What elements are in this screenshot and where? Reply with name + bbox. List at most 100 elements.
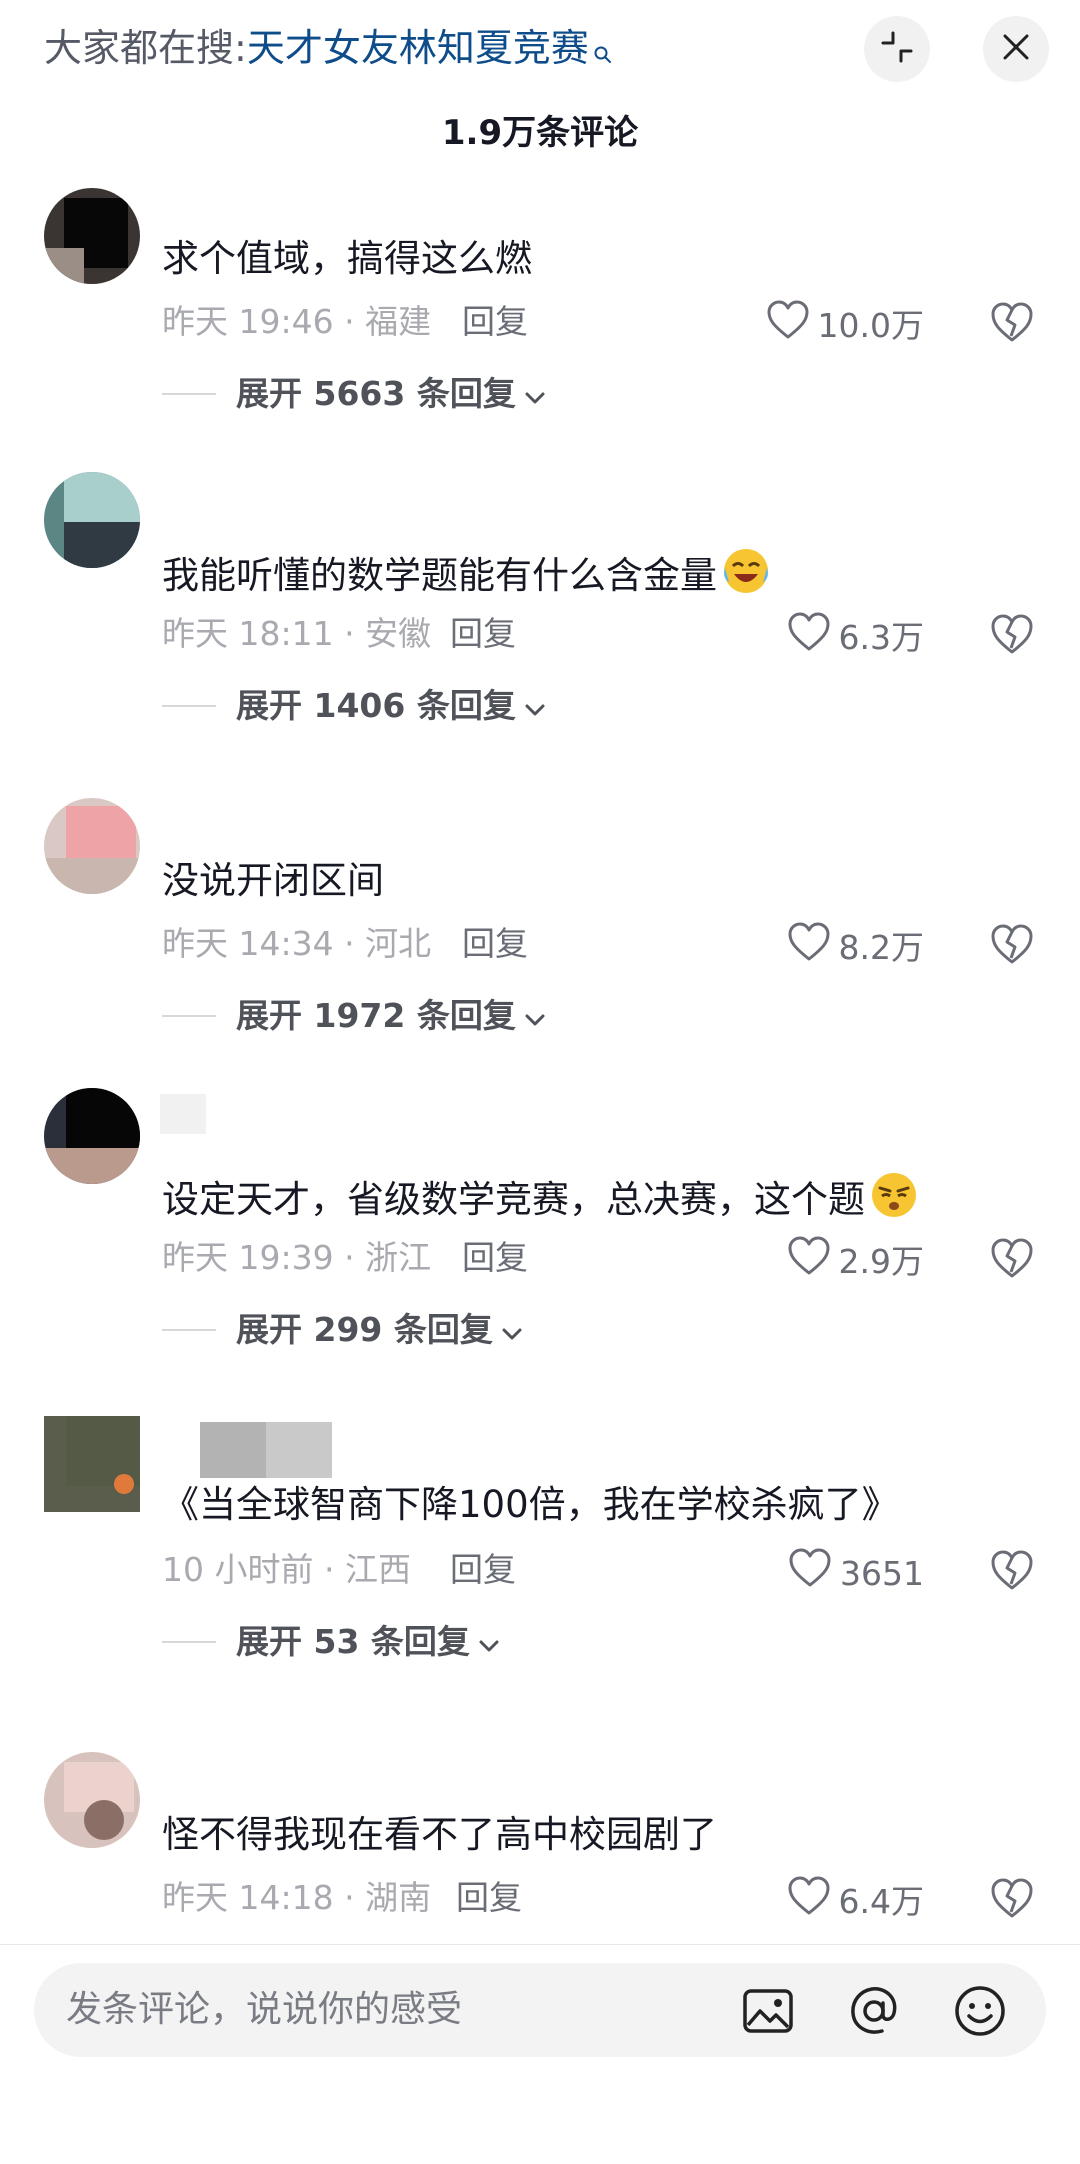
reply-button[interactable]: 回复 xyxy=(456,1876,522,1920)
comment-location: 河北 xyxy=(365,924,432,963)
avatar[interactable] xyxy=(44,1416,140,1512)
heart-icon xyxy=(766,300,810,351)
broken-heart-icon[interactable] xyxy=(990,1236,1034,1280)
comment-meta: 10 小时前 · 江西 xyxy=(162,1550,411,1589)
chevron-down-icon xyxy=(478,1620,500,1664)
comment-item: 求个值域，搞得这么燃 昨天 19:46 · 福建 回复 10.0万 展开 566… xyxy=(0,188,1080,488)
divider-line xyxy=(162,393,216,395)
expand-replies-button[interactable]: 展开 53 条回复 xyxy=(162,1620,500,1664)
comment-item: 《当全球智商下降100倍，我在学校杀疯了》 10 小时前 · 江西 回复 365… xyxy=(0,1416,1080,1716)
laughing-crying-emoji xyxy=(721,546,771,596)
comment-time: 昨天 19:39 xyxy=(162,1238,334,1277)
reply-button[interactable]: 回复 xyxy=(450,612,516,656)
avatar[interactable] xyxy=(44,188,140,284)
comment-meta: 昨天 14:18 · 湖南 xyxy=(162,1878,432,1917)
expand-replies-button[interactable]: 展开 299 条回复 xyxy=(162,1308,523,1352)
comment-location: 福建 xyxy=(365,302,432,341)
like-button[interactable]: 8.2万 xyxy=(787,922,924,973)
reply-button[interactable]: 回复 xyxy=(462,300,528,344)
heart-icon xyxy=(787,612,831,663)
avatar[interactable] xyxy=(44,798,140,894)
comment-location: 江西 xyxy=(344,1550,411,1589)
broken-heart-icon[interactable] xyxy=(990,612,1034,656)
expand-replies-button[interactable]: 展开 1972 条回复 xyxy=(162,994,546,1038)
chevron-down-icon xyxy=(501,1308,523,1352)
expand-label: 展开 53 条回复 xyxy=(236,1622,470,1661)
divider-line xyxy=(162,1329,216,1331)
comment-text: 求个值域，搞得这么燃 xyxy=(162,237,532,280)
comment-item: 怪不得我现在看不了高中校园剧了 昨天 14:18 · 湖南 回复 6.4万 xyxy=(0,1752,1080,1942)
comment-time: 10 小时前 xyxy=(162,1550,314,1589)
collapse-arrows-icon xyxy=(879,29,915,69)
reply-button[interactable]: 回复 xyxy=(450,1548,516,1592)
comment-time: 昨天 19:46 xyxy=(162,302,334,341)
like-count: 6.3万 xyxy=(838,617,924,657)
like-button[interactable]: 2.9万 xyxy=(787,1236,924,1287)
like-count: 6.4万 xyxy=(838,1881,924,1921)
emoji-icon[interactable] xyxy=(952,1983,1008,2039)
like-button[interactable]: 6.4万 xyxy=(787,1876,924,1927)
comment-item: 设定天才，省级数学竞赛，总决赛，这个题 昨天 19:39 · 浙江 回复 2.9… xyxy=(0,1088,1080,1388)
comment-location: 浙江 xyxy=(365,1238,432,1277)
like-button[interactable]: 3651 xyxy=(788,1548,924,1599)
divider-line xyxy=(162,1015,216,1017)
comment-meta: 昨天 19:46 · 福建 xyxy=(162,302,432,341)
avatar[interactable] xyxy=(44,472,140,568)
heart-icon xyxy=(788,1548,832,1599)
chevron-down-icon xyxy=(524,372,546,416)
image-icon[interactable] xyxy=(740,1983,796,2039)
comment-input-bar: 发条评论，说说你的感受 xyxy=(0,1944,1080,2164)
like-count: 8.2万 xyxy=(838,927,924,967)
comment-input[interactable]: 发条评论，说说你的感受 xyxy=(34,1963,1046,2057)
like-button[interactable]: 10.0万 xyxy=(766,300,924,351)
expand-replies-button[interactable]: 展开 5663 条回复 xyxy=(162,372,546,416)
comment-text: 《当全球智商下降100倍，我在学校杀疯了》 xyxy=(162,1483,899,1526)
expand-label: 展开 1406 条回复 xyxy=(236,686,516,725)
like-button[interactable]: 6.3万 xyxy=(787,612,924,663)
chevron-down-icon xyxy=(524,994,546,1038)
unamused-face-emoji xyxy=(869,1170,919,1220)
heart-icon xyxy=(787,922,831,973)
expand-replies-button[interactable]: 展开 1406 条回复 xyxy=(162,684,546,728)
at-icon[interactable] xyxy=(846,1983,902,2039)
search-suggestion[interactable]: 大家都在搜:天才女友林知夏竞赛 xyxy=(44,22,613,78)
heart-icon xyxy=(787,1236,831,1287)
comment-text: 我能听懂的数学题能有什么含金量 xyxy=(162,546,771,601)
comment-text-content: 设定天才，省级数学竞赛，总决赛，这个题 xyxy=(162,1178,865,1221)
comment-meta: 昨天 19:39 · 浙江 xyxy=(162,1238,432,1277)
divider-line xyxy=(162,1641,216,1643)
comment-item: 没说开闭区间 昨天 14:34 · 河北 回复 8.2万 展开 1972 条回复 xyxy=(0,798,1080,1098)
close-button[interactable] xyxy=(983,16,1049,82)
broken-heart-icon[interactable] xyxy=(990,922,1034,966)
comment-time: 昨天 14:34 xyxy=(162,924,334,963)
reply-button[interactable]: 回复 xyxy=(462,922,528,966)
comment-text: 没说开闭区间 xyxy=(162,859,384,902)
broken-heart-icon[interactable] xyxy=(990,1876,1034,1920)
expand-label: 展开 5663 条回复 xyxy=(236,374,516,413)
comment-count-title: 1.9万条评论 xyxy=(441,113,639,153)
comment-time: 昨天 14:18 xyxy=(162,1878,334,1917)
comment-location: 湖南 xyxy=(365,1878,432,1917)
like-count: 2.9万 xyxy=(838,1241,924,1281)
like-count: 3651 xyxy=(840,1553,924,1593)
comment-meta: 昨天 18:11 · 安徽 xyxy=(162,614,432,653)
reply-button[interactable]: 回复 xyxy=(462,1236,528,1280)
like-count: 10.0万 xyxy=(817,305,924,345)
broken-heart-icon[interactable] xyxy=(990,300,1034,344)
avatar[interactable] xyxy=(44,1088,140,1184)
search-term-link[interactable]: 天才女友林知夏竞赛 xyxy=(247,26,589,70)
comment-text-content: 我能听懂的数学题能有什么含金量 xyxy=(162,554,717,597)
broken-heart-icon[interactable] xyxy=(990,1548,1034,1592)
comment-time: 昨天 18:11 xyxy=(162,614,334,653)
expand-label: 展开 1972 条回复 xyxy=(236,996,516,1035)
search-icon xyxy=(593,26,613,78)
input-placeholder: 发条评论，说说你的感受 xyxy=(66,1989,463,2030)
comment-item: 我能听懂的数学题能有什么含金量 昨天 18:11 · 安徽 回复 6.3万 展开… xyxy=(0,470,1080,770)
username-blurred xyxy=(200,1422,430,1478)
comment-meta: 昨天 14:34 · 河北 xyxy=(162,924,432,963)
avatar[interactable] xyxy=(44,1752,140,1848)
comment-location: 安徽 xyxy=(365,614,432,653)
top-bar: 大家都在搜:天才女友林知夏竞赛 xyxy=(0,0,1080,100)
comment-text: 设定天才，省级数学竞赛，总决赛，这个题 xyxy=(162,1170,919,1225)
collapse-button[interactable] xyxy=(864,16,930,82)
